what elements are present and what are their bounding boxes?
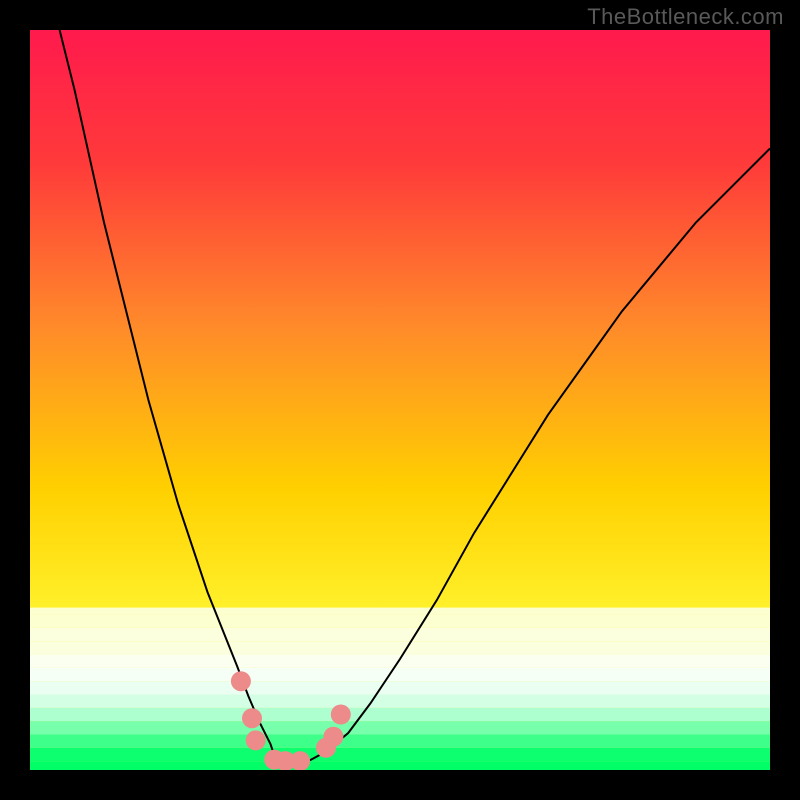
marker-dot <box>242 708 262 728</box>
marker-dot <box>246 730 266 750</box>
chart-svg <box>30 30 770 770</box>
bottom-bands <box>30 608 770 770</box>
marker-dot <box>323 727 343 747</box>
watermark-text: TheBottleneck.com <box>587 4 784 30</box>
plot-area <box>30 30 770 770</box>
marker-dot <box>231 671 251 691</box>
marker-dot <box>331 705 351 725</box>
outer-frame: TheBottleneck.com <box>0 0 800 800</box>
